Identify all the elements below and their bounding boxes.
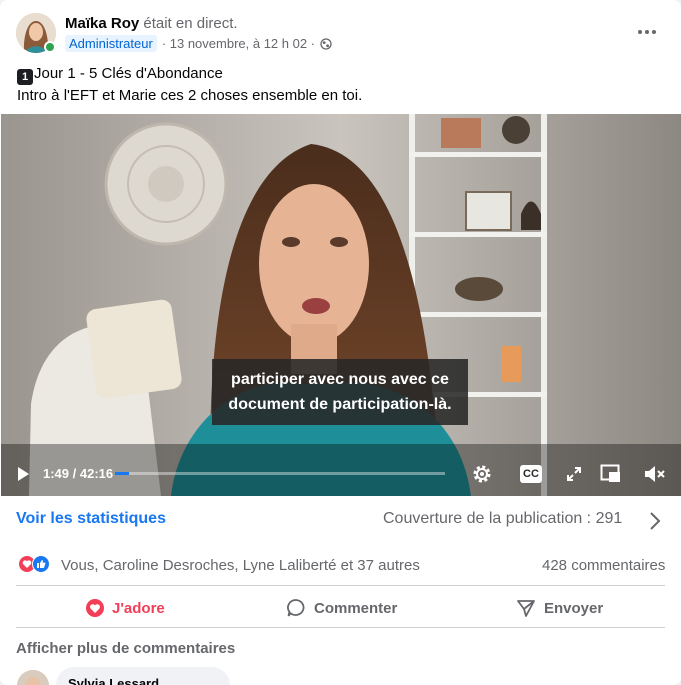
love-button[interactable]: J'adore <box>86 598 165 618</box>
show-more-comments-link[interactable]: Afficher plus de commentaires <box>16 640 235 657</box>
post-date[interactable]: · 13 novembre, à 12 h 02 · <box>162 36 315 51</box>
reaction-names[interactable]: Vous, Caroline Desroches, Lyne Laliberté… <box>61 557 420 574</box>
send-label: Envoyer <box>544 599 604 617</box>
comment-label: Commenter <box>314 599 398 617</box>
send-icon <box>517 600 535 617</box>
comment-icon <box>287 599 305 617</box>
more-options-button[interactable] <box>633 20 661 44</box>
post-meta: Administrateur · 13 novembre, à 12 h 02 … <box>65 34 332 53</box>
video-progress-fill <box>115 472 130 475</box>
keycap-one-emoji: 1 <box>17 69 33 85</box>
globe-icon[interactable] <box>320 37 332 50</box>
mute-icon[interactable] <box>643 464 667 484</box>
captions-icon[interactable]: CC <box>520 465 542 483</box>
post-card: Maïka Roy était en direct. Administrateu… <box>0 0 681 685</box>
commenter-avatar[interactable] <box>17 670 49 685</box>
play-icon[interactable] <box>15 466 31 482</box>
dot-icon <box>652 30 656 34</box>
post-body: Intro à l'EFT et Marie ces 2 choses ense… <box>17 87 363 104</box>
like-icon <box>32 555 50 573</box>
dot-icon <box>645 30 649 34</box>
dot-icon <box>638 30 642 34</box>
admin-badge: Administrateur <box>65 35 157 52</box>
video-time: 1:49 / 42:16 <box>43 466 114 481</box>
fullscreen-icon[interactable] <box>566 466 582 482</box>
comment-bubble: Sylvia Lessard <box>56 667 230 685</box>
author-name[interactable]: Maïka Roy <box>65 15 139 32</box>
love-label: J'adore <box>112 599 165 617</box>
divider <box>16 585 665 586</box>
video-frame <box>1 114 681 496</box>
commenter-name[interactable]: Sylvia Lessard <box>68 676 159 685</box>
mini-player-icon[interactable] <box>600 464 622 484</box>
divider <box>16 627 665 628</box>
online-status-dot <box>44 41 56 53</box>
video-progress-bar[interactable] <box>115 472 445 475</box>
send-button[interactable]: Envoyer <box>516 598 603 618</box>
video-player[interactable]: participer avec nous avec ce document de… <box>1 114 681 496</box>
author-line: Maïka Roy était en direct. <box>65 15 238 32</box>
post-reach[interactable]: Couverture de la publication : 291 <box>383 510 622 528</box>
post-text: 1 Jour 1 - 5 Clés d'Abondance Intro à l'E… <box>17 63 362 106</box>
chevron-right-icon[interactable] <box>648 511 662 531</box>
live-status-text: était en direct. <box>143 15 238 32</box>
comment-button[interactable]: Commenter <box>286 598 397 618</box>
reaction-icons[interactable] <box>18 555 50 573</box>
settings-icon[interactable] <box>471 463 493 485</box>
view-statistics-link[interactable]: Voir les statistiques <box>16 510 166 528</box>
comment-count[interactable]: 428 commentaires <box>542 557 665 574</box>
video-subtitle: participer avec nous avec ce document de… <box>212 359 468 425</box>
post-title: 1 Jour 1 - 5 Clés d'Abondance <box>17 63 362 85</box>
heart-icon <box>86 599 104 617</box>
